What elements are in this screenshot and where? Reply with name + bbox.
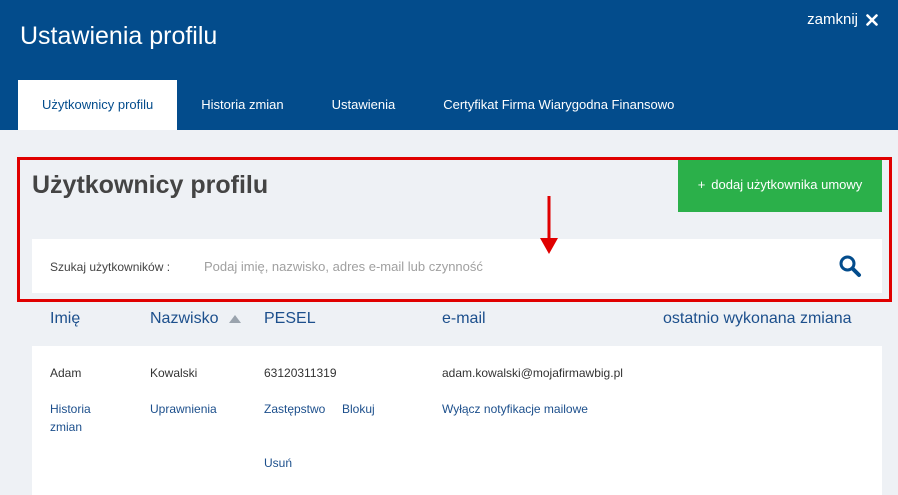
column-header-last-name-label: Nazwisko	[150, 310, 219, 327]
close-button[interactable]: zamknij	[807, 11, 878, 28]
cell-last-name: Kowalski	[150, 366, 198, 380]
column-header-first-name[interactable]: Imię	[50, 310, 80, 328]
substitute-link[interactable]: Zastępstwo	[264, 402, 325, 416]
column-header-last-name[interactable]: Nazwisko	[150, 310, 241, 328]
tab-certificate[interactable]: Certyfikat Firma Wiarygodna Finansowo	[419, 80, 698, 130]
permissions-link[interactable]: Uprawnienia	[150, 402, 217, 416]
plus-icon: +	[697, 177, 706, 192]
sort-ascending-icon	[228, 314, 241, 323]
close-label: zamknij	[807, 11, 858, 28]
history-link[interactable]: Historia zmian	[50, 400, 110, 436]
cell-email: adam.kowalski@mojafirmawbig.pl	[442, 366, 623, 380]
disable-notifications-link[interactable]: Wyłącz notyfikacje mailowe	[442, 402, 588, 416]
column-header-last-change[interactable]: ostatnio wykonana zmiana	[663, 310, 852, 328]
delete-link[interactable]: Usuń	[264, 456, 292, 470]
table-row: Adam Kowalski 63120311319 adam.kowalski@…	[32, 346, 882, 495]
cell-first-name: Adam	[50, 366, 82, 380]
window-title: Ustawienia profilu	[20, 22, 218, 50]
add-contract-user-button[interactable]: + dodaj użytkownika umowy	[678, 157, 882, 212]
search-label: Szukaj użytkowników :	[50, 260, 171, 274]
cell-pesel: 63120311319	[264, 366, 337, 380]
search-icon[interactable]	[838, 254, 862, 278]
page-title: Użytkownicy profilu	[32, 171, 269, 199]
search-bar: Szukaj użytkowników :	[32, 239, 882, 293]
tab-profile-users[interactable]: Użytkownicy profilu	[18, 80, 178, 130]
tab-settings[interactable]: Ustawienia	[308, 80, 420, 130]
block-link[interactable]: Blokuj	[342, 402, 375, 416]
add-button-label: dodaj użytkownika umowy	[711, 177, 863, 192]
close-icon	[866, 13, 878, 26]
tab-bar: Użytkownicy profilu Historia zmian Ustaw…	[18, 80, 698, 130]
column-header-pesel[interactable]: PESEL	[264, 310, 316, 328]
search-input[interactable]	[204, 251, 824, 281]
tab-change-history[interactable]: Historia zmian	[177, 80, 307, 130]
column-header-email[interactable]: e-mail	[442, 310, 486, 328]
app-header: Ustawienia profilu zamknij Użytkownicy p…	[0, 0, 898, 130]
